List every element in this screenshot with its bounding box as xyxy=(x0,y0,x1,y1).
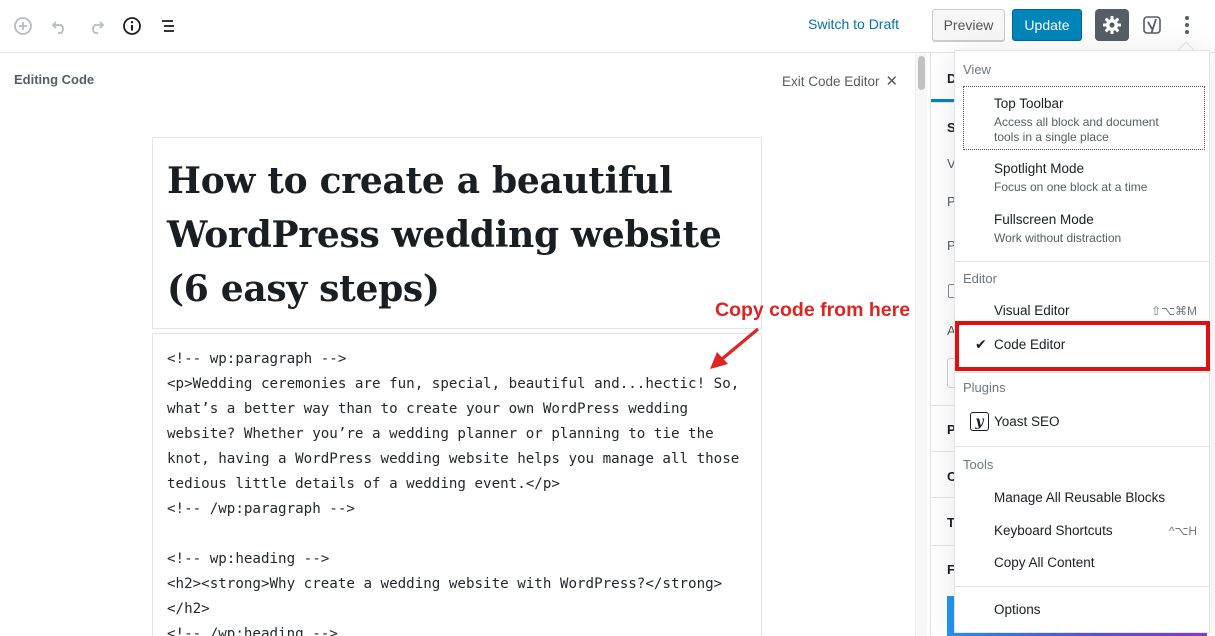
block-navigation-icon[interactable] xyxy=(155,13,181,39)
post-title: How to create a beautiful WordPress wedd… xyxy=(167,154,747,316)
yoast-icon xyxy=(1143,16,1161,34)
code-line: knot, having a WordPress wedding website… xyxy=(167,451,740,467)
preview-button[interactable]: Preview xyxy=(932,9,1005,41)
menu-divider xyxy=(955,372,1209,373)
annotation-arrow-icon xyxy=(710,327,760,369)
switch-to-draft-link[interactable]: Switch to Draft xyxy=(808,16,899,32)
menu-item-label: Keyboard Shortcuts xyxy=(994,523,1113,538)
menu-item-description: Work without distraction xyxy=(994,231,1122,245)
copy-all-content-option[interactable]: Copy All Content xyxy=(955,549,1209,577)
more-vertical-icon xyxy=(1185,16,1189,34)
exit-code-editor-button[interactable]: Exit Code Editor ✕ xyxy=(782,72,898,90)
menu-item-label: Manage All Reusable Blocks xyxy=(994,490,1166,505)
menu-divider xyxy=(955,586,1209,587)
editor-group-label: Editor xyxy=(963,271,997,286)
code-line: website? Whether you’re a wedding planne… xyxy=(167,426,714,442)
menu-item-label: Copy All Content xyxy=(994,555,1095,570)
more-menu-button[interactable] xyxy=(1176,9,1198,41)
annotation-label: Copy code from here xyxy=(715,299,911,321)
code-line: <!-- /wp:heading --> xyxy=(167,626,338,636)
menu-item-label: Options xyxy=(994,602,1041,617)
exit-code-editor-label: Exit Code Editor xyxy=(782,73,880,89)
editing-code-label: Editing Code xyxy=(14,72,95,87)
editor-scrollbar[interactable] xyxy=(915,53,927,636)
options-option[interactable]: Options xyxy=(955,596,1209,624)
post-title-field[interactable]: How to create a beautiful WordPress wedd… xyxy=(152,137,762,329)
menu-divider xyxy=(955,446,1209,447)
code-line: <!-- /wp:paragraph --> xyxy=(167,501,355,517)
code-line: <p>Wedding ceremonies are fun, special, … xyxy=(167,376,740,392)
code-line: what’s a better way than to create your … xyxy=(167,401,689,417)
menu-item-label: Spotlight Mode xyxy=(994,161,1085,176)
menu-item-shortcut: ⇧⌥⌘M xyxy=(1151,304,1197,318)
menu-divider xyxy=(955,261,1209,262)
code-editor-textarea[interactable]: <!-- wp:paragraph --> <p>Wedding ceremon… xyxy=(152,333,762,636)
redo-icon[interactable] xyxy=(83,13,109,39)
fullscreen-mode-option[interactable]: Fullscreen Mode Work without distraction xyxy=(955,206,1209,254)
add-block-icon[interactable] xyxy=(10,13,36,39)
gear-icon xyxy=(1103,16,1121,34)
yoast-seo-button[interactable] xyxy=(1138,9,1168,41)
update-button[interactable]: Update xyxy=(1012,9,1082,41)
menu-item-shortcut: ^⌥H xyxy=(1168,524,1197,538)
code-editor-highlight xyxy=(955,321,1210,371)
code-line: <h2><strong>Why create a wedding website… xyxy=(167,576,723,592)
undo-icon[interactable] xyxy=(47,13,73,39)
manage-reusable-blocks-option[interactable]: Manage All Reusable Blocks xyxy=(955,484,1209,512)
info-icon[interactable] xyxy=(119,13,145,39)
top-toolbar-option[interactable]: Top Toolbar Access all block and documen… xyxy=(955,86,1209,150)
keyboard-shortcuts-option[interactable]: Keyboard Shortcuts ^⌥H xyxy=(955,517,1209,545)
code-line: <!-- wp:paragraph --> xyxy=(167,351,347,367)
view-group-label: View xyxy=(963,62,991,77)
menu-item-description: Access all block and document tools in a… xyxy=(994,115,1159,144)
title-line: (6 easy steps) xyxy=(167,268,440,310)
code-line: tedious little details of a wedding even… xyxy=(167,476,560,492)
menu-item-label: Fullscreen Mode xyxy=(994,212,1094,227)
visual-editor-option[interactable]: Visual Editor ⇧⌥⌘M xyxy=(955,296,1209,324)
menu-item-description: Focus on one block at a time xyxy=(994,180,1148,194)
settings-button[interactable] xyxy=(1095,9,1129,41)
menu-item-label: Top Toolbar xyxy=(994,96,1064,111)
plugins-group-label: Plugins xyxy=(963,380,1006,395)
top-toolbar: Switch to Draft Preview Update xyxy=(0,0,1215,53)
editor-scrollbar-thumb[interactable] xyxy=(918,56,925,90)
yoast-icon: y xyxy=(970,412,989,431)
close-icon: ✕ xyxy=(885,73,899,90)
menu-item-label: Yoast SEO xyxy=(994,414,1060,429)
yoast-seo-option[interactable]: Yoast SEO xyxy=(955,406,1209,436)
title-line: How to create a beautiful xyxy=(167,160,673,202)
code-line: <!-- wp:heading --> xyxy=(167,551,330,567)
title-line: WordPress wedding website xyxy=(167,214,722,256)
menu-item-label: Visual Editor xyxy=(994,303,1070,318)
code-line: </h2> xyxy=(167,601,210,617)
spotlight-mode-option[interactable]: Spotlight Mode Focus on one block at a t… xyxy=(955,155,1209,203)
tools-group-label: Tools xyxy=(963,457,994,472)
